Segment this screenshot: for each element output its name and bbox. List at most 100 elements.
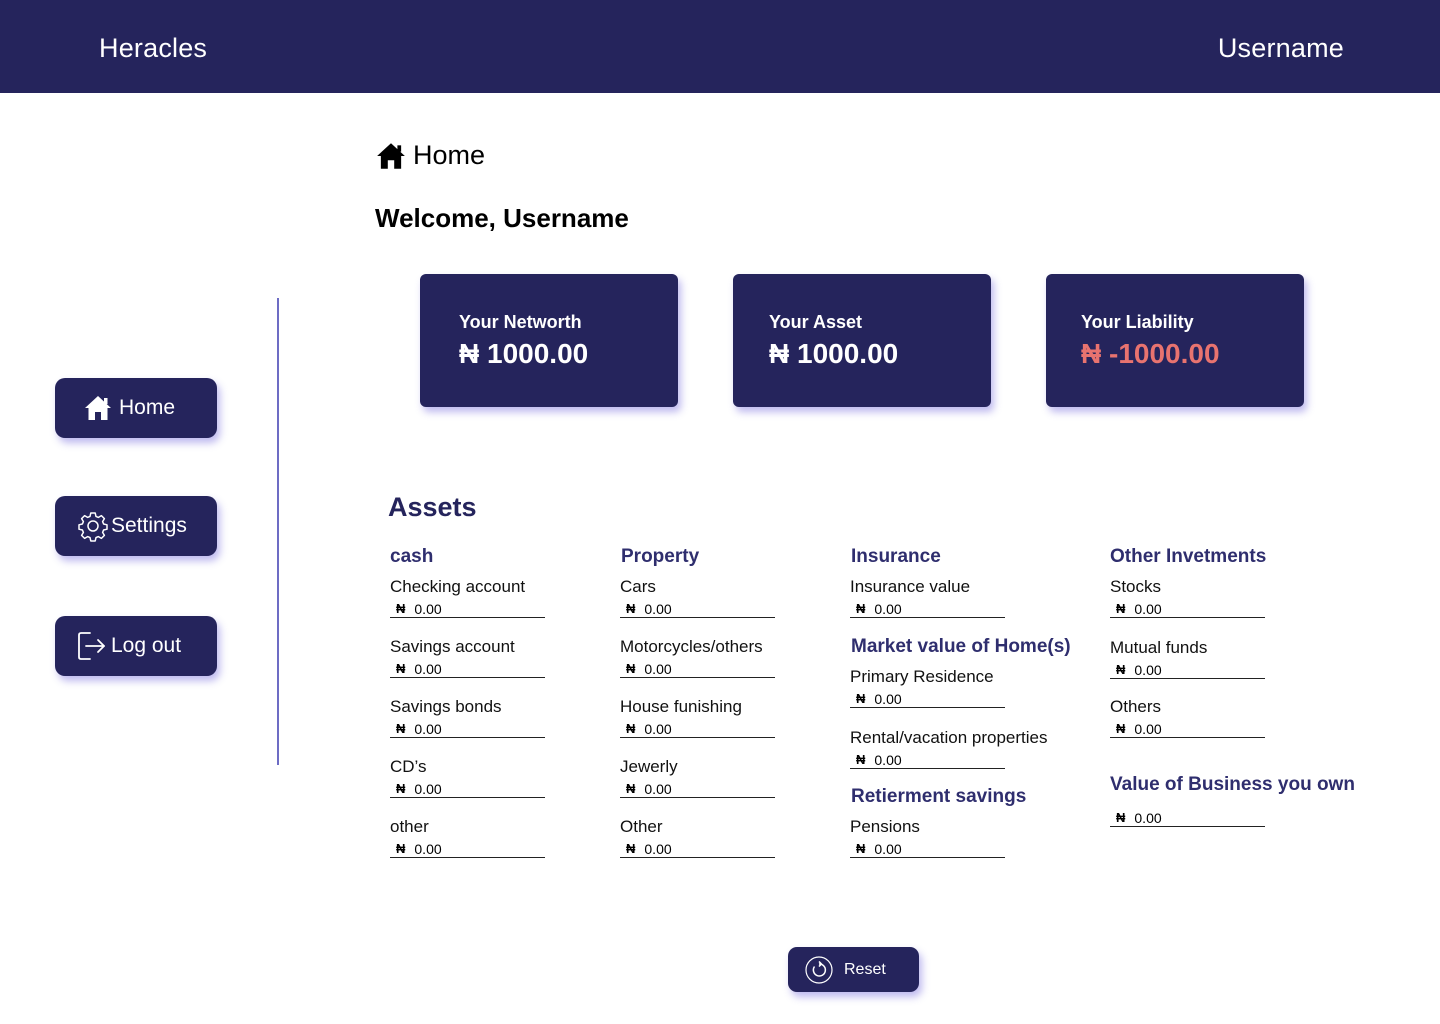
house-furnishing-input[interactable]: ₦ 0.00 bbox=[620, 720, 775, 738]
insurance-group-title: Insurance bbox=[851, 546, 941, 567]
business-value-input[interactable]: ₦ 0.00 bbox=[1110, 809, 1265, 827]
sidebar-item-label: Home bbox=[119, 396, 176, 419]
field-value: 0.00 bbox=[414, 600, 442, 617]
currency-symbol: ₦ bbox=[856, 601, 866, 616]
currency-symbol: ₦ bbox=[1116, 662, 1126, 677]
welcome-message: Welcome, Username bbox=[375, 203, 629, 233]
reset-label: Reset bbox=[844, 960, 886, 978]
property-other-field: Other ₦ 0.00 bbox=[620, 817, 780, 858]
house-furnishing-field: House funishing ₦ 0.00 bbox=[620, 697, 780, 738]
savings-bonds-field: Savings bonds ₦ 0.00 bbox=[390, 697, 550, 738]
networth-label: Your Networth bbox=[459, 312, 582, 332]
mutual-funds-input[interactable]: ₦ 0.00 bbox=[1110, 661, 1265, 679]
home-value-group-title: Market value of Home(s) bbox=[851, 636, 1071, 657]
motorcycles-field: Motorcycles/others ₦ 0.00 bbox=[620, 637, 780, 678]
investments-others-input[interactable]: ₦ 0.00 bbox=[1110, 720, 1265, 738]
field-value: 0.00 bbox=[414, 840, 442, 857]
field-value: 0.00 bbox=[414, 720, 442, 737]
field-label: Savings bonds bbox=[390, 697, 502, 716]
cash-other-field: other ₦ 0.00 bbox=[390, 817, 550, 858]
reset-button[interactable]: Reset bbox=[788, 947, 919, 992]
field-value: 0.00 bbox=[874, 690, 902, 707]
field-value: 0.00 bbox=[644, 780, 672, 797]
field-label: Other bbox=[620, 817, 663, 836]
jewelry-input[interactable]: ₦ 0.00 bbox=[620, 780, 775, 798]
savings-account-field: Savings account ₦ 0.00 bbox=[390, 637, 550, 678]
currency-symbol: ₦ bbox=[396, 601, 406, 616]
field-label: CD’s bbox=[390, 757, 427, 776]
insurance-value-input[interactable]: ₦ 0.00 bbox=[850, 600, 1005, 618]
rental-properties-input[interactable]: ₦ 0.00 bbox=[850, 751, 1005, 769]
field-label: Insurance value bbox=[850, 577, 971, 596]
currency-symbol: ₦ bbox=[626, 601, 636, 616]
cash-group-title: cash bbox=[390, 546, 434, 567]
networth-card: Your Networth ₦ 1000.00 bbox=[420, 274, 678, 407]
investments-others-field: Others ₦ 0.00 bbox=[1110, 697, 1270, 738]
currency-symbol: ₦ bbox=[396, 721, 406, 736]
motorcycles-input[interactable]: ₦ 0.00 bbox=[620, 660, 775, 678]
field-value: 0.00 bbox=[644, 720, 672, 737]
field-label: Cars bbox=[620, 577, 656, 596]
field-label: Motorcycles/others bbox=[620, 637, 763, 656]
field-label: Primary Residence bbox=[850, 667, 994, 686]
assets-heading: Assets bbox=[388, 492, 477, 522]
currency-symbol: ₦ bbox=[1116, 601, 1126, 616]
checking-account-field: Checking account ₦ 0.00 bbox=[390, 577, 550, 618]
mutual-funds-field: Mutual funds ₦ 0.00 bbox=[1110, 638, 1270, 679]
sidebar-item-settings[interactable]: Settings bbox=[55, 496, 217, 556]
cash-other-input[interactable]: ₦ 0.00 bbox=[390, 840, 545, 858]
pensions-field: Pensions ₦ 0.00 bbox=[850, 817, 1010, 858]
currency-symbol: ₦ bbox=[396, 841, 406, 856]
field-value: 0.00 bbox=[874, 751, 902, 768]
jewelry-field: Jewerly ₦ 0.00 bbox=[620, 757, 780, 798]
home-icon bbox=[377, 142, 405, 169]
field-label: Jewerly bbox=[620, 757, 678, 776]
currency-symbol: ₦ bbox=[396, 781, 406, 796]
field-value: 0.00 bbox=[1134, 600, 1162, 617]
currency-symbol: ₦ bbox=[856, 841, 866, 856]
field-label: Others bbox=[1110, 697, 1162, 716]
sidebar-item-label: Settings bbox=[111, 514, 187, 537]
sidebar-item-home[interactable]: Home bbox=[55, 378, 217, 438]
retirement-group-title: Retierment savings bbox=[851, 786, 1027, 807]
currency-symbol: ₦ bbox=[626, 661, 636, 676]
reset-icon bbox=[805, 955, 833, 984]
field-label: Checking account bbox=[390, 577, 526, 596]
currency-symbol: ₦ bbox=[626, 781, 636, 796]
cars-field: Cars ₦ 0.00 bbox=[620, 577, 780, 618]
field-value: 0.00 bbox=[644, 660, 672, 677]
currency-symbol: ₦ bbox=[856, 691, 866, 706]
sidebar-item-logout[interactable]: Log out bbox=[55, 616, 217, 676]
field-label: other bbox=[390, 817, 429, 836]
stocks-input[interactable]: ₦ 0.00 bbox=[1110, 600, 1265, 618]
primary-residence-field: Primary Residence ₦ 0.00 bbox=[850, 667, 1010, 708]
primary-residence-input[interactable]: ₦ 0.00 bbox=[850, 690, 1005, 708]
field-value: 0.00 bbox=[1134, 809, 1162, 826]
liability-value: ₦ -1000.00 bbox=[1081, 338, 1220, 369]
top-bar: Heracles Username bbox=[0, 0, 1440, 93]
business-value-field: ₦ 0.00 bbox=[1110, 806, 1270, 827]
field-label: Stocks bbox=[1110, 577, 1162, 596]
property-other-input[interactable]: ₦ 0.00 bbox=[620, 840, 775, 858]
field-value: 0.00 bbox=[414, 660, 442, 677]
cds-input[interactable]: ₦ 0.00 bbox=[390, 780, 545, 798]
pensions-input[interactable]: ₦ 0.00 bbox=[850, 840, 1005, 858]
currency-symbol: ₦ bbox=[1116, 721, 1126, 736]
app-brand[interactable]: Heracles bbox=[99, 33, 207, 64]
home-icon bbox=[85, 396, 111, 420]
asset-value: ₦ 1000.00 bbox=[769, 338, 899, 369]
asset-card: Your Asset ₦ 1000.00 bbox=[733, 274, 991, 407]
field-value: 0.00 bbox=[874, 600, 902, 617]
savings-account-input[interactable]: ₦ 0.00 bbox=[390, 660, 545, 678]
currency-symbol: ₦ bbox=[1116, 810, 1126, 825]
liability-label: Your Liability bbox=[1081, 312, 1194, 332]
username-label[interactable]: Username bbox=[1218, 33, 1344, 64]
checking-account-input[interactable]: ₦ 0.00 bbox=[390, 600, 545, 618]
sidebar-divider bbox=[277, 298, 279, 765]
cds-field: CD’s ₦ 0.00 bbox=[390, 757, 550, 798]
savings-bonds-input[interactable]: ₦ 0.00 bbox=[390, 720, 545, 738]
field-label: Savings account bbox=[390, 637, 515, 656]
cars-input[interactable]: ₦ 0.00 bbox=[620, 600, 775, 618]
field-label: Mutual funds bbox=[1110, 638, 1208, 657]
field-value: 0.00 bbox=[1134, 720, 1162, 737]
